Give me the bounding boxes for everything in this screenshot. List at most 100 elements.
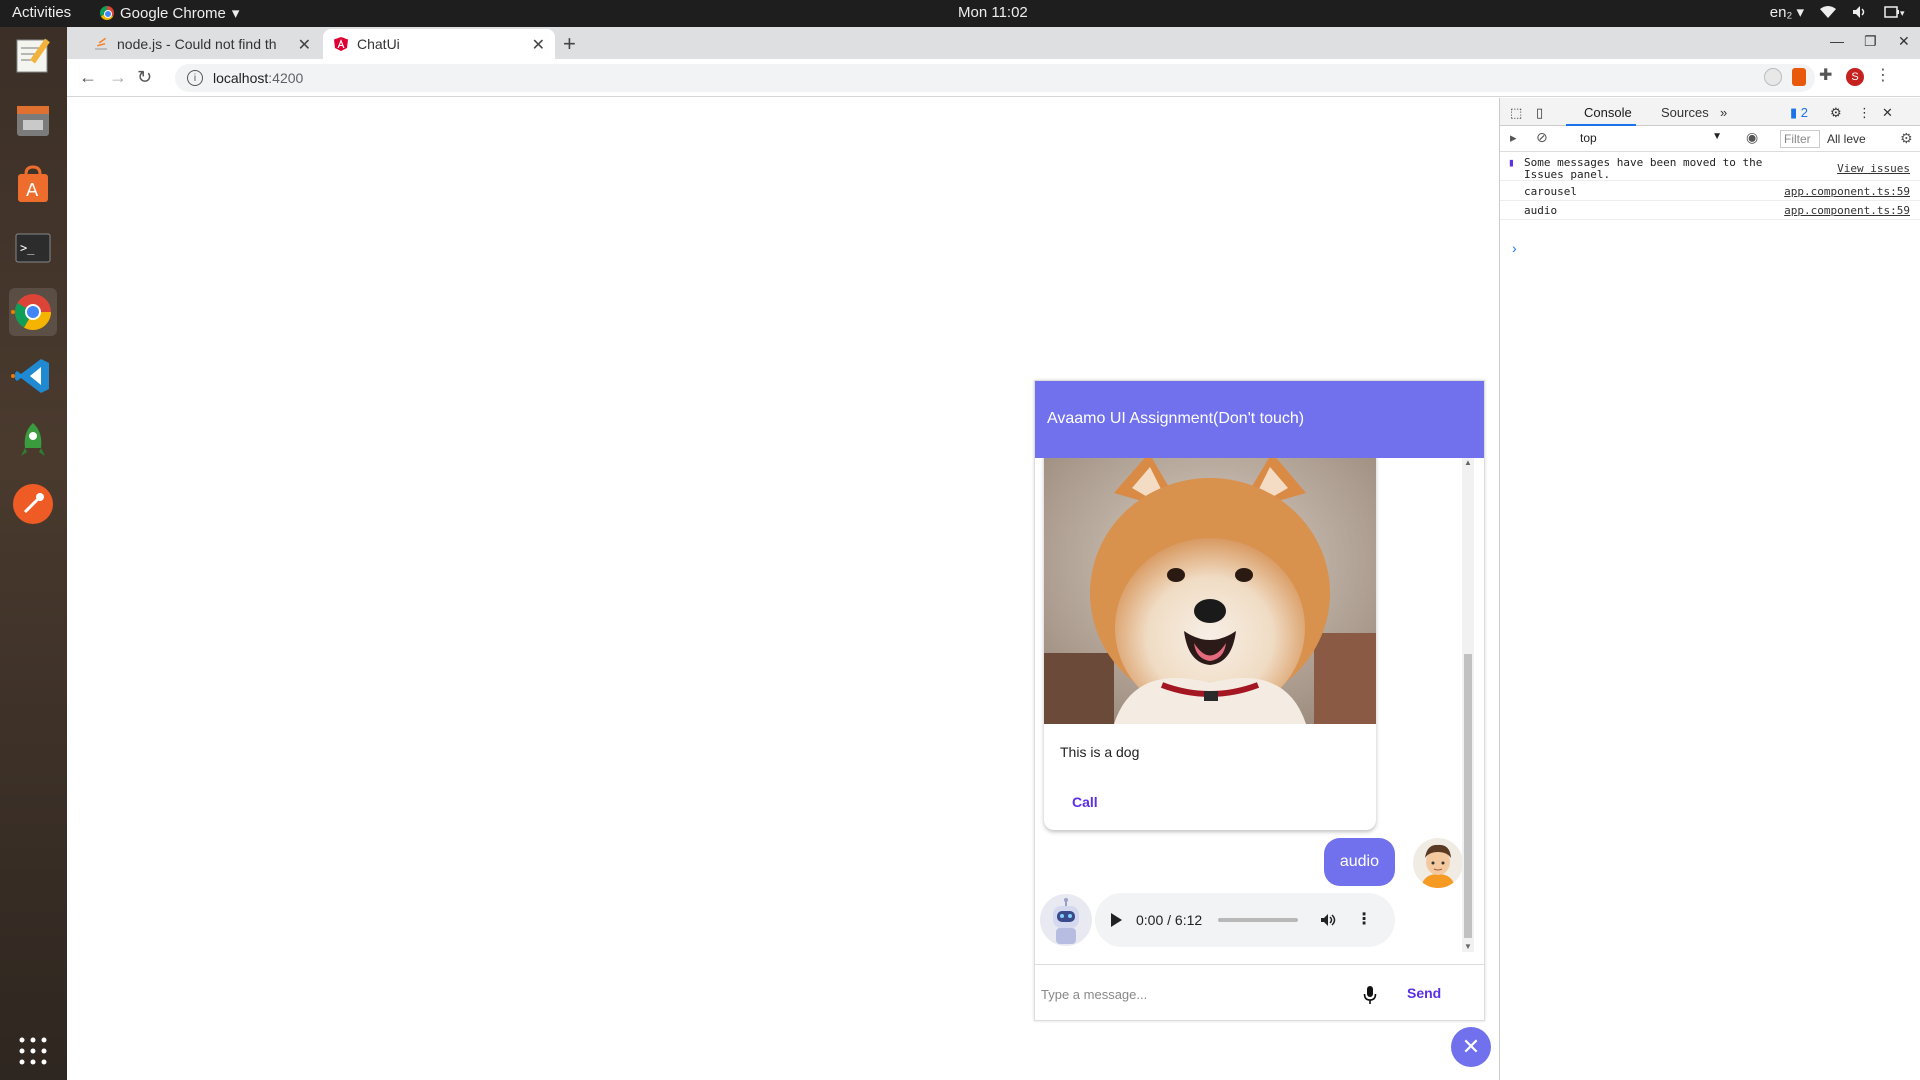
more-tabs-icon[interactable]: » xyxy=(1720,105,1727,120)
postman-icon[interactable] xyxy=(9,480,57,528)
clear-console-icon[interactable]: ⊘ xyxy=(1536,129,1548,146)
context-select[interactable]: top ▼ xyxy=(1576,129,1726,149)
back-icon[interactable]: ← xyxy=(79,67,97,88)
system-top-bar: Activities Google Chrome ▾ Mon 11:02 en₂… xyxy=(0,0,1920,27)
view-issues-link[interactable]: View issues xyxy=(1837,163,1910,175)
url-port: :4200 xyxy=(268,70,304,86)
extension-1-icon[interactable] xyxy=(1764,68,1782,86)
dock: A >_ xyxy=(0,27,67,1080)
send-button[interactable]: Send xyxy=(1407,985,1441,1001)
terminal-icon[interactable]: >_ xyxy=(9,224,57,272)
close-tab-icon[interactable]: ✕ xyxy=(298,35,311,55)
console-message-issues: ▮ Some messages have been moved to the I… xyxy=(1500,155,1920,181)
close-window-icon[interactable]: ✕ xyxy=(1898,33,1910,50)
scroll-down-icon[interactable]: ▼ xyxy=(1464,942,1472,951)
tab-title: ChatUi xyxy=(357,36,400,52)
software-center-icon[interactable]: A xyxy=(9,160,57,208)
close-icon: ✕ xyxy=(1461,1034,1481,1059)
chrome-dock-icon[interactable] xyxy=(9,288,57,336)
extension-2-icon[interactable] xyxy=(1792,68,1806,86)
eye-icon[interactable]: ◉ xyxy=(1746,129,1758,146)
devtools-panel: ⬚ ▯ Console Sources » ▮ 2 ⚙ ⋮ ✕ ▸ ⊘ top … xyxy=(1499,98,1920,1080)
battery-icon: ▾ xyxy=(1884,6,1905,18)
clock[interactable]: Mon 11:02 xyxy=(958,4,1028,21)
restore-icon[interactable]: ❐ xyxy=(1864,33,1877,50)
message-input[interactable]: Type a message... xyxy=(1041,987,1147,1002)
activities-button[interactable]: Activities xyxy=(12,4,71,21)
chat-messages[interactable]: This is a dog Call audio 0:00 / 6:12 ⋮ ▲… xyxy=(1035,458,1484,952)
devtools-menu-icon[interactable]: ⋮ xyxy=(1858,105,1871,121)
page-viewport: Avaamo UI Assignment(Don't touch) This i… xyxy=(67,98,1499,1080)
filter-input[interactable]: Filter xyxy=(1780,130,1820,148)
address-bar[interactable]: i localhost:4200 ☆ xyxy=(175,64,1815,92)
settings-gear-icon[interactable]: ⚙ xyxy=(1830,105,1842,121)
audio-seek-slider[interactable] xyxy=(1218,918,1299,922)
issue-flag-icon: ▮ xyxy=(1508,156,1515,169)
tab-console[interactable]: Console xyxy=(1584,105,1632,120)
audio-time: 0:00 / 6:12 xyxy=(1136,912,1203,928)
stackoverflow-icon xyxy=(95,37,107,50)
robo3t-icon[interactable] xyxy=(9,416,57,464)
microphone-icon[interactable] xyxy=(1363,985,1377,1005)
forward-icon[interactable]: → xyxy=(109,67,127,88)
app-menu[interactable]: Google Chrome ▾ xyxy=(100,4,239,22)
browser-menu-icon[interactable]: ⋮ xyxy=(1875,65,1893,84)
app-name: Google Chrome xyxy=(120,4,226,22)
wifi-icon xyxy=(1820,6,1836,18)
call-button[interactable]: Call xyxy=(1072,794,1098,810)
tab-chatui[interactable]: ChatUi ✕ xyxy=(323,29,555,59)
files-icon[interactable] xyxy=(9,96,57,144)
chat-input-bar: Type a message... Send xyxy=(1035,964,1484,1020)
system-tray[interactable]: en₂ ▾ ▾ xyxy=(1770,3,1906,21)
tab-strip: node.js - Could not find th ✕ ChatUi ✕ +… xyxy=(67,27,1920,59)
tab-sources[interactable]: Sources xyxy=(1661,105,1709,120)
browser-toolbar: ← → ↻ i localhost:4200 ☆ ✚ S ⋮ xyxy=(67,59,1920,97)
more-options-icon[interactable]: ⋮ xyxy=(1356,912,1372,928)
tab-nodejs[interactable]: node.js - Could not find th ✕ xyxy=(83,29,321,59)
device-toolbar-icon[interactable]: ▯ xyxy=(1536,105,1543,121)
user-avatar xyxy=(1413,838,1463,888)
minimize-icon[interactable]: — xyxy=(1830,33,1844,49)
site-info-icon[interactable]: i xyxy=(187,70,203,86)
running-indicator xyxy=(11,310,15,314)
play-icon[interactable] xyxy=(1111,913,1122,927)
console-toolbar: ▸ ⊘ top ▼ ◉ Filter All leve ⚙ xyxy=(1500,126,1920,152)
bot-avatar xyxy=(1040,894,1092,946)
scroll-up-icon[interactable]: ▲ xyxy=(1464,458,1472,467)
new-tab-button[interactable]: + xyxy=(563,31,576,57)
language-indicator[interactable]: en₂ ▾ xyxy=(1770,3,1804,21)
console-message: carousel app.component.ts:59 xyxy=(1500,183,1920,201)
close-chat-button[interactable]: ✕ xyxy=(1451,1027,1491,1067)
url-host: localhost xyxy=(213,70,269,86)
devtools-tabbar: ⬚ ▯ Console Sources » ▮ 2 ⚙ ⋮ ✕ xyxy=(1500,98,1920,126)
console-settings-icon[interactable]: ⚙ xyxy=(1900,130,1913,147)
close-devtools-icon[interactable]: ✕ xyxy=(1882,105,1893,121)
chevron-down-icon: ▼ xyxy=(1712,131,1722,142)
source-link[interactable]: app.component.ts:59 xyxy=(1784,185,1910,198)
issues-badge[interactable]: ▮ 2 xyxy=(1790,105,1808,121)
chat-widget: Avaamo UI Assignment(Don't touch) This i… xyxy=(1034,380,1485,1021)
tab-title: node.js - Could not find th xyxy=(117,36,277,52)
extensions-puzzle-icon[interactable]: ✚ xyxy=(1819,65,1837,84)
console-prompt[interactable]: › xyxy=(1512,240,1517,256)
console-message: audio app.component.ts:59 xyxy=(1500,202,1920,220)
vscode-icon[interactable] xyxy=(9,352,57,400)
source-link[interactable]: app.component.ts:59 xyxy=(1784,204,1910,217)
scrollbar-thumb[interactable] xyxy=(1464,654,1472,938)
inspect-element-icon[interactable]: ⬚ xyxy=(1510,105,1522,121)
sidebar-toggle-icon[interactable]: ▸ xyxy=(1510,130,1517,146)
carousel-card: This is a dog Call xyxy=(1044,458,1376,830)
volume-icon[interactable] xyxy=(1320,913,1336,927)
svg-text:▾: ▾ xyxy=(1900,8,1905,18)
chat-scrollbar[interactable]: ▲ ▼ xyxy=(1462,458,1474,952)
audio-player: 0:00 / 6:12 ⋮ xyxy=(1095,893,1395,947)
show-applications-icon[interactable] xyxy=(9,1027,57,1075)
text-editor-icon[interactable] xyxy=(9,32,57,80)
chevron-down-icon: ▾ xyxy=(231,5,240,22)
reload-icon[interactable]: ↻ xyxy=(137,67,152,88)
close-tab-icon[interactable]: ✕ xyxy=(532,35,545,55)
running-indicator xyxy=(11,374,15,378)
profile-avatar[interactable]: S xyxy=(1846,68,1864,86)
angular-icon xyxy=(334,37,348,51)
log-levels-select[interactable]: All leve xyxy=(1827,132,1866,146)
